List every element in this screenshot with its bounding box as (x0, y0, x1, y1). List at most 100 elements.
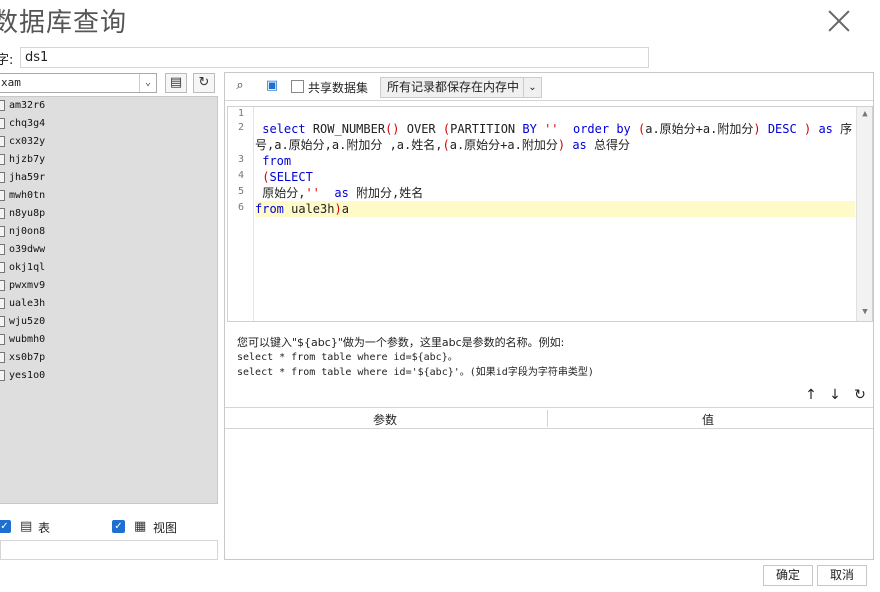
sql-text: a.原始分+a.附加分 (449, 138, 558, 152)
line-number: 2 (237, 122, 244, 133)
scroll-down-icon[interactable]: ▼ (857, 307, 873, 317)
share-dataset-label: 共享数据集 (308, 81, 369, 95)
table-tree-item[interactable]: mwh0tn (0, 187, 217, 205)
line-number: 3 (237, 154, 244, 165)
table-tree-item[interactable]: nj0on8 (0, 223, 217, 241)
sql-text: uale3h (283, 202, 335, 216)
title-bar: 数据库查询 (0, 0, 880, 42)
left-panel: xam ⌄ ▤ ↻ am32r6 chq3g4 cx032y hjzb7y jha59r… (0, 70, 220, 560)
dataset-name-input[interactable] (20, 47, 649, 68)
table-icon (0, 172, 5, 183)
sql-keyword: order by (572, 122, 631, 136)
table-name: am32r6 (9, 100, 46, 111)
sql-text: 原始分, (255, 186, 306, 200)
sql-text: 号,a.原始分,a.附加分 ,a.姓名, (255, 138, 443, 152)
sql-keyword: as (818, 122, 833, 136)
sql-punctuation: ) (753, 122, 761, 136)
table-tree[interactable]: am32r6 chq3g4 cx032y hjzb7y jha59r mwh0tn n8yu… (0, 96, 218, 504)
sql-punctuation: ) (334, 202, 342, 216)
sql-text: ROW_NUMBER (305, 122, 386, 136)
table-name: xs0b7p (9, 352, 46, 363)
ok-button[interactable]: 确定 (763, 565, 813, 586)
table-icon (0, 262, 5, 273)
view-icon: ▦ (134, 519, 147, 534)
table-icon: ▤ (20, 519, 33, 534)
sql-keyword: BY (522, 122, 537, 136)
edit-datasource-button[interactable]: ▤ (165, 73, 187, 93)
table-tree-item[interactable]: jha59r (0, 169, 217, 187)
sql-keyword: DESC (767, 122, 797, 136)
code-line: 号,a.原始分,a.附加分 ,a.姓名,(a.原始分+a.附加分) as 总得分 (255, 137, 855, 153)
sql-text: a.原始分+a.附加分 (645, 122, 754, 136)
refresh-icon: ↻ (854, 387, 866, 403)
sql-text: 附加分,姓名 (348, 186, 424, 200)
table-tree-item[interactable]: hjzb7y (0, 151, 217, 169)
storage-mode-value: 所有记录都保存在内存中 (387, 80, 520, 94)
window-title: 数据库查询 (0, 8, 128, 38)
refresh-icon: ↻ (198, 75, 210, 90)
preview-button[interactable]: ⌕ (231, 77, 249, 95)
table-icon (0, 244, 5, 255)
sql-text: OVER (399, 122, 443, 136)
sql-text: a (341, 202, 349, 216)
sql-editor[interactable]: 1 2 3 4 5 6 select ROW_NUMBER() OVER (PARTITI… (227, 106, 873, 322)
chevron-down-icon: ⌄ (523, 78, 541, 97)
close-button[interactable] (822, 4, 856, 38)
save-button[interactable]: ▣ (263, 77, 281, 95)
parameter-hint: 您可以键入"${abc}"做为一个参数，这里abc是参数的名称。例如: sele… (237, 335, 594, 380)
sql-keyword: from (255, 202, 284, 216)
sql-text: 总得分 (586, 138, 630, 152)
table-icon (0, 190, 5, 201)
table-name: o39dww (9, 244, 46, 255)
editor-scrollbar[interactable]: ▲ ▼ (856, 107, 872, 321)
refresh-datasource-button[interactable]: ↻ (193, 73, 215, 93)
table-tree-item[interactable]: okj1ql (0, 259, 217, 277)
sql-keyword: as (334, 186, 349, 200)
table-tree-item[interactable]: chq3g4 (0, 115, 217, 133)
storage-mode-select[interactable]: 所有记录都保存在内存中 ⌄ (380, 77, 542, 98)
code-line: 原始分,'' as 附加分,姓名 (255, 185, 855, 201)
refresh-params-button[interactable]: ↻ (852, 387, 868, 403)
table-name: pwxmv9 (9, 280, 46, 291)
table-name: yes1o0 (9, 370, 46, 381)
sql-keyword: SELECT (269, 170, 313, 184)
sql-code[interactable]: select ROW_NUMBER() OVER (PARTITION BY '… (255, 107, 855, 321)
sql-punctuation: '' (544, 122, 559, 136)
table-name: chq3g4 (9, 118, 46, 129)
view-checkbox[interactable]: ✓ (112, 520, 125, 533)
table-name: okj1ql (9, 262, 46, 273)
table-tree-item[interactable]: yes1o0 (0, 367, 217, 385)
share-dataset-checkbox[interactable] (291, 80, 304, 93)
table-tree-item[interactable]: wju5z0 (0, 313, 217, 331)
line-number: 5 (237, 186, 244, 197)
cancel-button[interactable]: 取消 (817, 565, 867, 586)
table-name: wju5z0 (9, 316, 46, 327)
move-up-button[interactable]: ↑ (803, 387, 819, 403)
arrow-down-icon: ↓ (829, 387, 841, 403)
table-tree-item[interactable]: cx032y (0, 133, 217, 151)
table-tree-item[interactable]: o39dww (0, 241, 217, 259)
table-tree-item[interactable]: pwxmv9 (0, 277, 217, 295)
line-number: 1 (237, 108, 244, 119)
table-checkbox[interactable]: ✓ (0, 520, 11, 533)
table-tree-item[interactable]: n8yu8p (0, 205, 217, 223)
code-line: from (255, 153, 855, 169)
table-tree-item[interactable]: am32r6 (0, 97, 217, 115)
chevron-down-icon: ⌄ (139, 74, 156, 92)
sql-text: PARTITION (450, 122, 523, 136)
sql-punctuation: ) (557, 138, 566, 152)
query-panel: ⌕ ▣ 共享数据集 所有记录都保存在内存中 ⌄ 1 2 3 4 5 6 select RO… (224, 72, 874, 560)
scroll-up-icon[interactable]: ▲ (857, 109, 873, 119)
table-name: nj0on8 (9, 226, 46, 237)
table-filter-input[interactable] (0, 540, 218, 560)
table-tree-item[interactable]: xs0b7p (0, 349, 217, 367)
move-down-button[interactable]: ↓ (827, 387, 843, 403)
value-column-header: 值 (702, 413, 715, 427)
table-tree-item[interactable]: wubmh0 (0, 331, 217, 349)
datasource-select[interactable]: xam ⌄ (0, 73, 157, 93)
table-tree-item[interactable]: uale3h (0, 295, 217, 313)
